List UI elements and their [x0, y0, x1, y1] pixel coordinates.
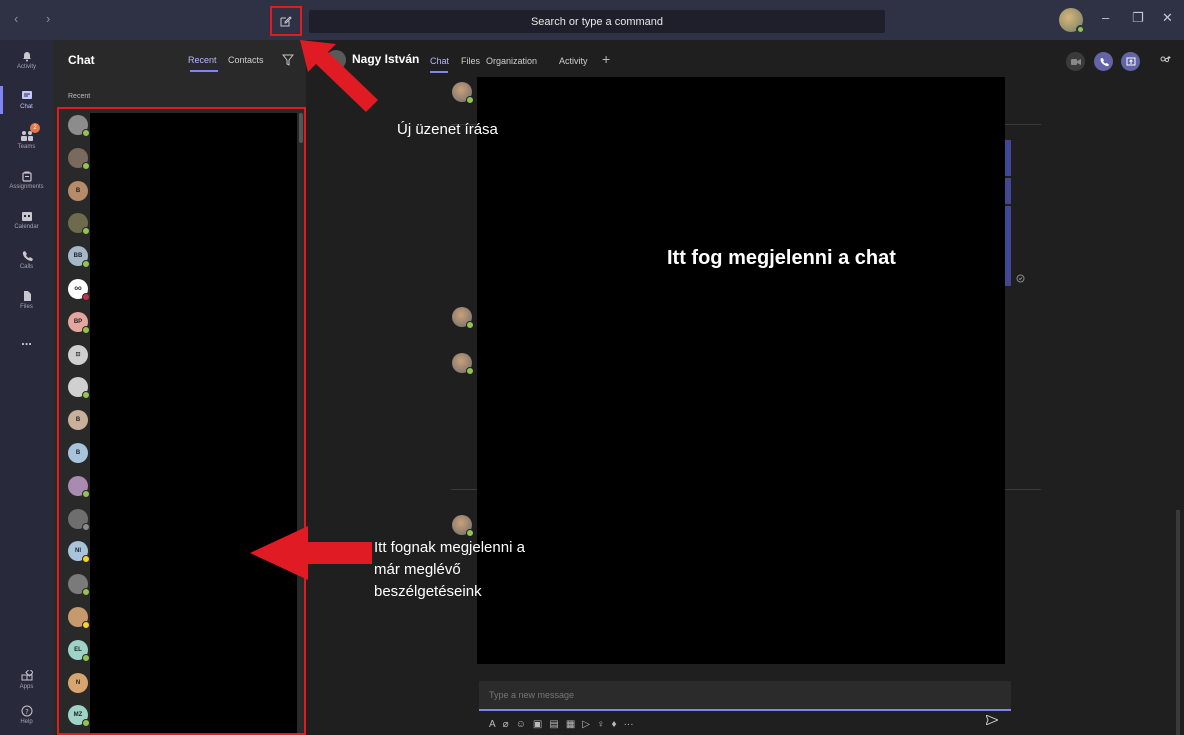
annotation-conversations: Itt fognak megjelenni a már meglévő besz… [374, 537, 525, 603]
arrow-to-new-chat [300, 40, 378, 112]
annotation-line: már meglévő [374, 561, 461, 578]
annotation-arrows [250, 40, 378, 580]
annotation-line: Itt fognak megjelenni a [374, 539, 525, 556]
annotation-line: beszélgetéseink [374, 583, 482, 600]
arrow-to-conversation-list [250, 526, 372, 580]
annotation-new-message: Új üzenet írása [397, 121, 498, 138]
